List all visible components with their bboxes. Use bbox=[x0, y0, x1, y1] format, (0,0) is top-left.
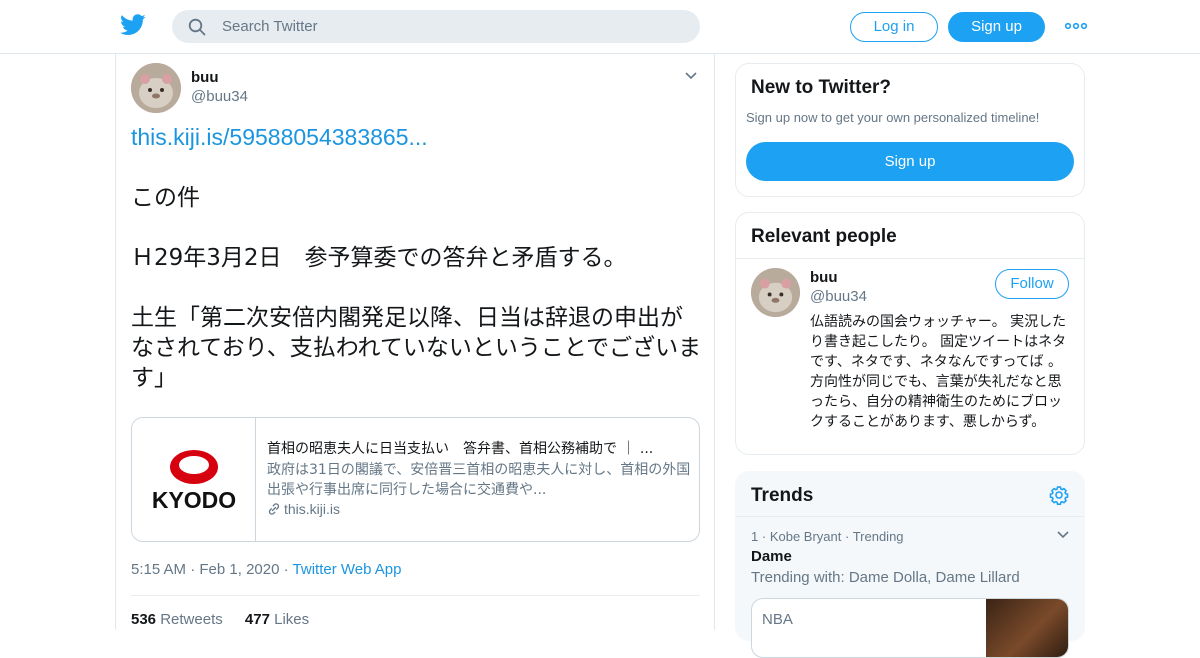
separator: · bbox=[761, 529, 770, 544]
search-input[interactable] bbox=[222, 10, 682, 43]
more-options-icon[interactable] bbox=[1064, 18, 1088, 34]
trend-context: Kobe Bryant bbox=[769, 529, 842, 544]
chevron-down-icon[interactable] bbox=[683, 70, 699, 82]
panel-title: Trends bbox=[751, 485, 814, 506]
signup-button[interactable]: Sign up bbox=[948, 12, 1045, 42]
top-bar: Log in Sign up bbox=[0, 0, 1200, 54]
divider bbox=[736, 258, 1084, 259]
tweet-source[interactable]: Twitter Web App bbox=[293, 561, 402, 578]
trend-rank: 1 bbox=[751, 529, 759, 544]
person-bio: 仏語読みの国会ウォッチャー。 実況したり書き起こしたり。 固定ツイートはネタです… bbox=[810, 314, 1067, 430]
sidebar-signup-button[interactable]: Sign up bbox=[746, 142, 1074, 181]
trend-meta: 1 · Kobe Bryant · Trending bbox=[751, 529, 904, 544]
tweet-detail: buu @buu34 this.kiji.is/59588054383865..… bbox=[115, 54, 715, 630]
trend-name[interactable]: Dame bbox=[751, 548, 792, 565]
tweet-stats: 536 Retweets 477 Likes bbox=[131, 611, 309, 628]
trend-card-label: NBA bbox=[762, 611, 793, 628]
retweets-label: Retweets bbox=[160, 611, 223, 628]
gear-icon[interactable] bbox=[1048, 484, 1070, 506]
retweets-stat[interactable]: 536 Retweets bbox=[131, 611, 223, 628]
tweet-line: この件 bbox=[131, 185, 200, 211]
likes-label: Likes bbox=[274, 611, 310, 628]
link-icon bbox=[268, 503, 280, 515]
likes-count: 477 bbox=[244, 611, 270, 628]
trend-status: Trending bbox=[852, 529, 904, 544]
trend-related: Trending with: Dame Dolla, Dame Lillard bbox=[751, 569, 1020, 586]
tweet-line: 土生「第二次安倍内閣発足以降、日当は辞退の申出がなされており、支払われていないと… bbox=[131, 305, 702, 391]
tweet-meta: 5:15 AM · Feb 1, 2020 · Twitter Web App bbox=[131, 561, 401, 578]
divider bbox=[736, 516, 1084, 517]
new-to-twitter-panel: New to Twitter? Sign up now to get your … bbox=[735, 63, 1085, 197]
trends-panel: Trends 1 · Kobe Bryant · Trending Dame T… bbox=[735, 471, 1085, 658]
person-name[interactable]: buu bbox=[810, 269, 838, 286]
tweet-author-name[interactable]: buu bbox=[191, 69, 219, 86]
panel-title: Relevant people bbox=[751, 226, 897, 247]
panel-title: New to Twitter? bbox=[751, 77, 892, 98]
avatar[interactable] bbox=[131, 63, 181, 113]
search-box[interactable] bbox=[172, 10, 700, 43]
tweet-link[interactable]: this.kiji.is/59588054383865... bbox=[131, 124, 428, 150]
relevant-people-panel: Relevant people buu @buu34 Follow 仏語読みの国… bbox=[735, 212, 1085, 455]
card-description: 政府は31日の閣議で、安倍晋三首相の昭恵夫人に対し、首相の外国出張や行事出席に同… bbox=[267, 462, 691, 498]
trend-card[interactable]: NBA bbox=[751, 598, 1069, 658]
follow-button[interactable]: Follow bbox=[995, 269, 1069, 299]
panel-subtitle: Sign up now to get your own personalized… bbox=[746, 110, 1040, 125]
avatar[interactable] bbox=[751, 268, 800, 317]
person-handle[interactable]: @buu34 bbox=[810, 288, 867, 305]
svg-text:KYODO: KYODO bbox=[152, 487, 236, 513]
kyodo-logo: KYODO bbox=[152, 450, 236, 513]
card-domain-text: this.kiji.is bbox=[284, 501, 341, 517]
separator: · bbox=[844, 529, 853, 544]
divider bbox=[131, 595, 700, 596]
retweets-count: 536 bbox=[131, 611, 157, 628]
login-button[interactable]: Log in bbox=[850, 12, 938, 42]
chevron-down-icon[interactable] bbox=[1056, 530, 1070, 540]
tweet-date[interactable]: Feb 1, 2020 bbox=[199, 561, 279, 578]
tweet-time[interactable]: 5:15 AM bbox=[131, 561, 186, 578]
likes-stat[interactable]: 477 Likes bbox=[245, 611, 309, 628]
separator: · bbox=[190, 561, 200, 578]
link-card[interactable]: KYODO 首相の昭恵夫人に日当支払い 答弁書、首相公務補助で ｜ ... 政府… bbox=[131, 417, 700, 542]
card-image: KYODO bbox=[132, 418, 256, 541]
trend-card-image bbox=[986, 599, 1068, 657]
card-title: 首相の昭恵夫人に日当支払い 答弁書、首相公務補助で ｜ ... bbox=[267, 441, 654, 457]
twitter-bird-icon[interactable] bbox=[120, 14, 146, 36]
tweet-author-handle[interactable]: @buu34 bbox=[191, 88, 248, 105]
separator: · bbox=[283, 561, 293, 578]
search-icon bbox=[188, 18, 206, 36]
card-domain: this.kiji.is bbox=[267, 501, 340, 517]
tweet-text: this.kiji.is/59588054383865... この件 Ｈ29年3… bbox=[131, 122, 703, 393]
tweet-line: Ｈ29年3月2日 参予算委での答弁と矛盾する。 bbox=[131, 245, 627, 271]
